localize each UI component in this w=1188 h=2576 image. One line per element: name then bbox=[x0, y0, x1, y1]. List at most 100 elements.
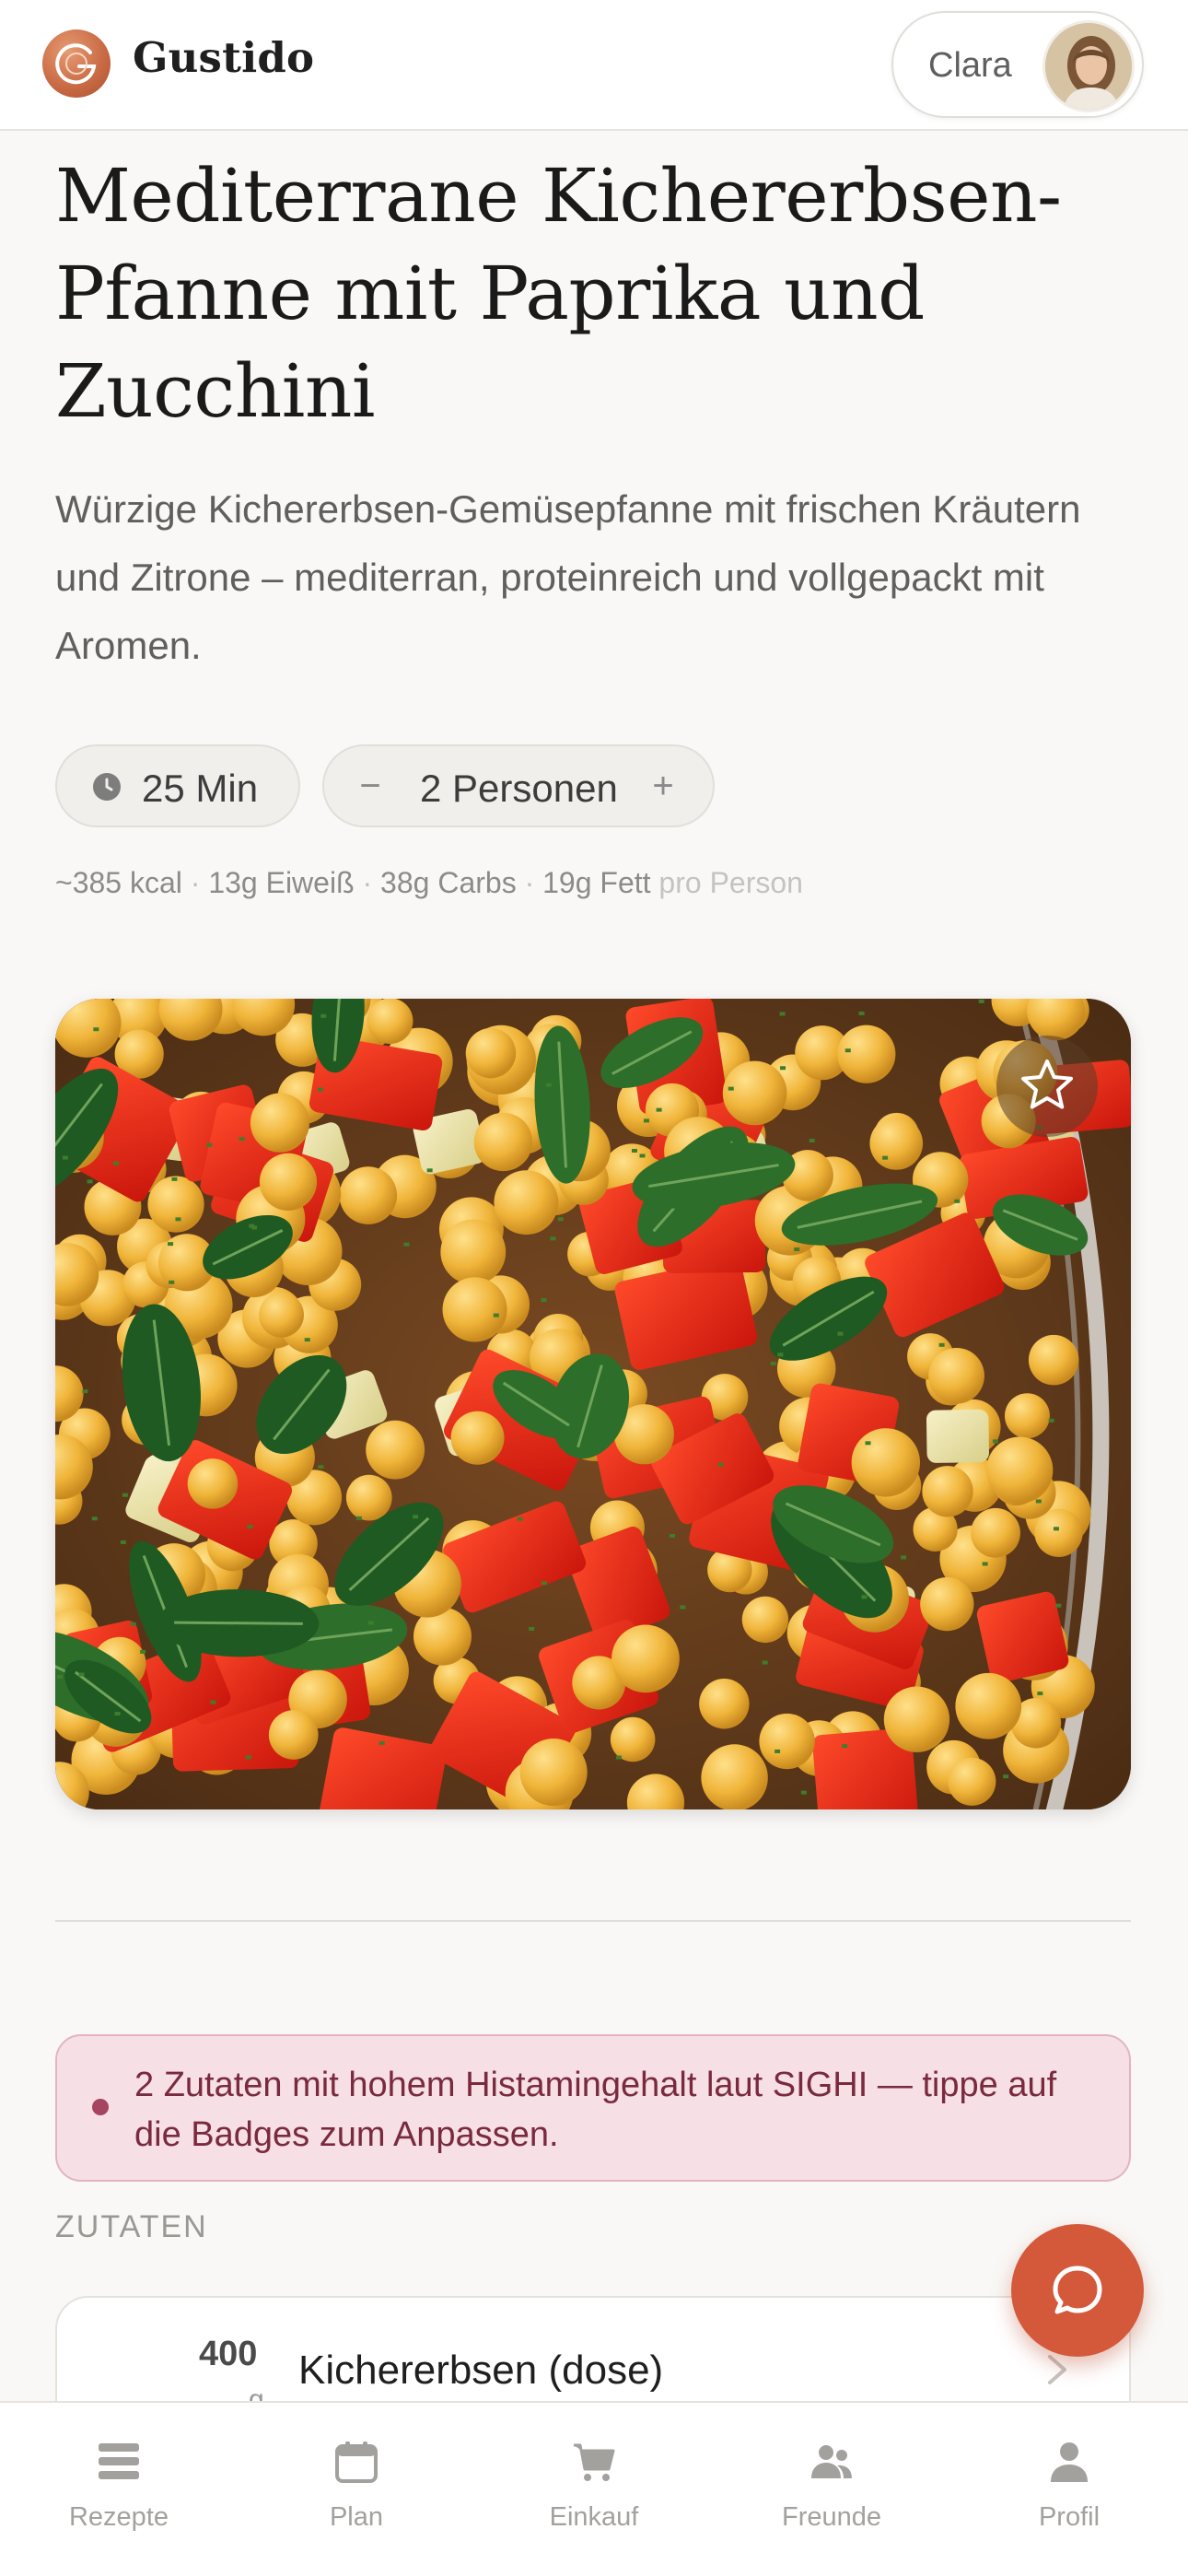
nav-label: Freunde bbox=[781, 2502, 881, 2532]
chickpea bbox=[955, 1672, 1022, 1739]
herb-fleck bbox=[87, 1179, 93, 1184]
chat-button[interactable] bbox=[1011, 2224, 1144, 2357]
chickpea bbox=[611, 1624, 680, 1693]
herb-fleck bbox=[247, 1524, 253, 1528]
herb-fleck bbox=[775, 1749, 781, 1753]
ingredient-quantity: 400 bbox=[199, 2335, 258, 2373]
avatar bbox=[1042, 20, 1135, 112]
chickpea bbox=[519, 1739, 588, 1807]
recipes-list-icon bbox=[99, 2443, 139, 2479]
herb-fleck bbox=[545, 1083, 552, 1087]
chickpea bbox=[922, 1466, 973, 1517]
nav-item-plan[interactable]: Plan bbox=[238, 2403, 475, 2576]
chickpea bbox=[473, 1112, 533, 1172]
chickpea bbox=[699, 1679, 750, 1729]
nav-item-rezepte[interactable]: Rezepte bbox=[0, 2403, 238, 2576]
dish-illustration bbox=[55, 999, 1131, 1809]
recipe-hero-image bbox=[55, 999, 1131, 1809]
histamine-alert[interactable]: 2 Zutaten mit hohem Histamingehalt laut … bbox=[55, 2034, 1131, 2182]
herb-fleck bbox=[978, 999, 984, 1003]
herb-fleck bbox=[1048, 1418, 1054, 1423]
nav-item-freunde[interactable]: Freunde bbox=[713, 2403, 950, 2576]
increase-servings-button[interactable]: + bbox=[637, 761, 689, 813]
herb-fleck bbox=[639, 1153, 646, 1158]
herb-fleck bbox=[245, 1755, 251, 1760]
herb-fleck bbox=[938, 1342, 945, 1347]
chickpea bbox=[722, 1060, 787, 1126]
herb-fleck bbox=[809, 1138, 815, 1142]
herb-fleck bbox=[794, 1247, 800, 1252]
chickpea bbox=[869, 1117, 924, 1170]
shopping-cart-icon bbox=[574, 2443, 615, 2481]
herb-fleck bbox=[550, 1236, 556, 1241]
friends-icon bbox=[811, 2445, 852, 2478]
star-icon bbox=[1021, 1060, 1073, 1109]
user-profile-chip[interactable]: Clara bbox=[891, 11, 1144, 118]
user-name: Clara bbox=[928, 46, 1012, 85]
herb-fleck bbox=[1055, 1603, 1062, 1608]
herb-fleck bbox=[57, 1675, 64, 1680]
recipe-title: Mediterrane Kichererbsen-Pfanne mit Papr… bbox=[55, 153, 1062, 434]
herb-fleck bbox=[113, 1161, 120, 1165]
herb-fleck bbox=[982, 1562, 988, 1566]
chevron-right-icon bbox=[1048, 2355, 1066, 2384]
servings-value: 2 Personen bbox=[420, 767, 618, 810]
herb-fleck bbox=[206, 1142, 213, 1147]
alert-dot-icon bbox=[92, 2099, 109, 2115]
chickpea bbox=[339, 1166, 398, 1224]
herb-fleck bbox=[901, 1555, 907, 1560]
nav-item-profil[interactable]: Profil bbox=[950, 2403, 1188, 2576]
herb-fleck bbox=[780, 1066, 786, 1071]
nutrition-separator: · bbox=[190, 866, 201, 899]
favorite-button[interactable] bbox=[996, 1036, 1098, 1137]
nutrition-carbs: 38g Carbs bbox=[380, 866, 517, 899]
chickpea bbox=[851, 1428, 921, 1497]
nutrition-separator: · bbox=[362, 866, 373, 899]
herb-fleck bbox=[541, 1581, 547, 1586]
herb-fleck bbox=[91, 1516, 98, 1521]
calendar-icon bbox=[335, 2441, 378, 2483]
brand-name[interactable]: Gustido bbox=[133, 33, 314, 82]
herb-fleck bbox=[882, 1155, 889, 1160]
herb-fleck bbox=[861, 1595, 868, 1599]
herb-fleck bbox=[355, 1516, 362, 1520]
chickpea bbox=[442, 1277, 507, 1342]
section-divider bbox=[55, 1920, 1131, 1922]
chickpea bbox=[1028, 1334, 1079, 1386]
herb-fleck bbox=[130, 1622, 136, 1626]
herb-fleck bbox=[615, 1755, 622, 1760]
chickpea bbox=[741, 1596, 789, 1644]
chickpea bbox=[971, 1507, 1020, 1558]
herb-fleck bbox=[62, 1155, 68, 1160]
chickpea bbox=[345, 1474, 392, 1521]
nutrition-kcal: ~385 kcal bbox=[55, 866, 182, 899]
clock-icon bbox=[93, 773, 121, 801]
herb-fleck bbox=[777, 1352, 784, 1357]
herb-fleck bbox=[403, 1242, 410, 1247]
app-header: Gustido Clara bbox=[0, 0, 1188, 131]
herb-fleck bbox=[529, 1626, 535, 1631]
herb-fleck bbox=[413, 1515, 419, 1519]
herb-fleck bbox=[171, 1177, 178, 1181]
herb-fleck bbox=[168, 1242, 174, 1247]
herb-fleck bbox=[1053, 1527, 1059, 1531]
servings-stepper: − 2 Personen + bbox=[322, 744, 715, 827]
chickpea bbox=[268, 1710, 319, 1760]
chickpea bbox=[259, 1153, 318, 1212]
chickpea bbox=[465, 1027, 517, 1079]
decrease-servings-button[interactable]: − bbox=[344, 761, 396, 813]
herb-fleck bbox=[779, 1012, 786, 1016]
chickpea bbox=[701, 1744, 768, 1809]
nutrition-fat: 19g Fett bbox=[542, 866, 651, 899]
herb-fleck bbox=[122, 1493, 128, 1497]
herb-fleck bbox=[169, 1280, 175, 1284]
herb-fleck bbox=[858, 1011, 865, 1015]
nav-label: Rezepte bbox=[68, 2502, 169, 2532]
herb-fleck bbox=[717, 1462, 724, 1467]
herb-fleck bbox=[770, 1362, 776, 1366]
chickpea bbox=[147, 1176, 204, 1233]
herb-fleck bbox=[367, 1621, 374, 1625]
nav-item-einkauf[interactable]: Einkauf bbox=[475, 2403, 713, 2576]
chickpea bbox=[440, 1219, 507, 1285]
gustido-logo-icon[interactable] bbox=[42, 29, 111, 98]
